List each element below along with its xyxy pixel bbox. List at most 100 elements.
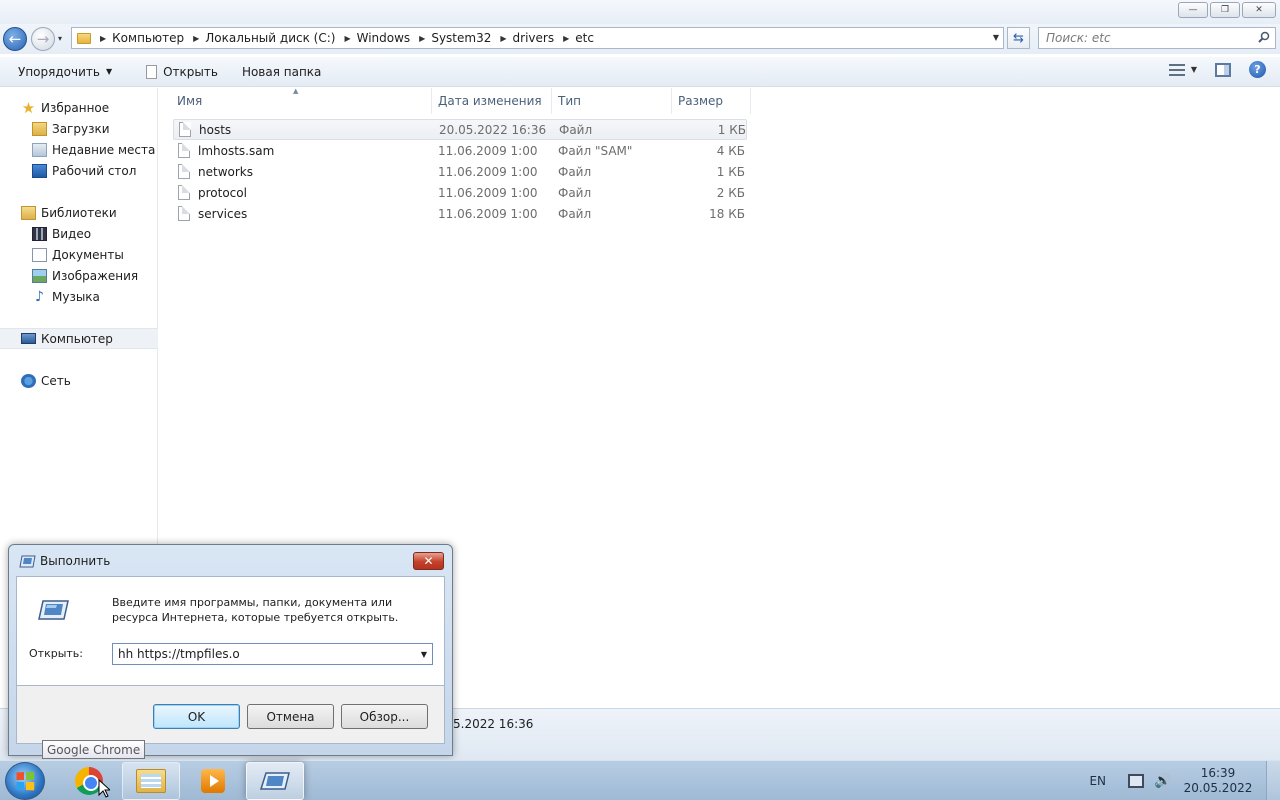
run-dialog-icon — [260, 772, 290, 790]
close-button[interactable]: ✕ — [413, 552, 444, 570]
file-row-services[interactable]: services 11.06.2009 1:00 Файл 18 КБ — [173, 203, 747, 224]
nav-item-recent-places[interactable]: Недавние места — [0, 139, 158, 160]
taskbar-tooltip: Google Chrome — [42, 740, 146, 759]
new-folder-button[interactable]: Новая папка — [236, 60, 327, 84]
taskbar-run-button[interactable] — [246, 762, 304, 800]
pictures-icon — [32, 268, 47, 283]
help-icon[interactable]: ? — [1249, 61, 1266, 78]
view-controls: ▼ ? — [1168, 61, 1266, 78]
command-bar: Упорядочить ▼ Открыть Новая папка ▼ ? — [0, 57, 1280, 87]
file-row-lmhosts[interactable]: lmhosts.sam 11.06.2009 1:00 Файл "SAM" 4… — [173, 140, 747, 161]
file-row-protocol[interactable]: protocol 11.06.2009 1:00 Файл 2 КБ — [173, 182, 747, 203]
nav-network[interactable]: Сеть — [0, 370, 158, 391]
command-combobox[interactable]: ▼ — [112, 643, 433, 665]
downloads-folder-icon — [32, 121, 47, 136]
back-button[interactable]: ← — [3, 27, 27, 51]
breadcrumb-root[interactable]: ▶ — [91, 34, 112, 43]
search-input[interactable] — [1046, 28, 1256, 48]
media-player-icon — [201, 769, 225, 793]
window-controls: — ❐ ✕ — [1178, 2, 1276, 18]
windows-logo-icon — [16, 771, 35, 791]
recent-pages-dropdown[interactable]: ▾ — [58, 34, 62, 43]
clock[interactable]: 16:39 20.05.2022 — [1180, 766, 1256, 796]
details-modified-date: 5.2022 16:36 — [453, 717, 534, 731]
preview-pane-icon[interactable] — [1215, 62, 1231, 77]
change-view-icon[interactable] — [1168, 63, 1185, 76]
computer-icon — [21, 333, 36, 344]
search-icon[interactable] — [1258, 31, 1270, 43]
organize-button[interactable]: Упорядочить ▼ — [12, 60, 118, 84]
close-button[interactable]: ✕ — [1242, 2, 1276, 18]
ok-button[interactable]: OK — [153, 704, 240, 729]
video-icon — [32, 226, 47, 241]
nav-item-documents[interactable]: Документы — [0, 244, 158, 265]
clock-time: 16:39 — [1200, 766, 1236, 780]
breadcrumb-drivers[interactable]: drivers ▶ — [513, 31, 576, 45]
file-row-hosts[interactable]: hosts 20.05.2022 16:36 Файл 1 КБ — [173, 119, 747, 140]
taskbar-explorer-button[interactable] — [122, 762, 180, 800]
command-input[interactable] — [118, 647, 408, 661]
run-description: Введите имя программы, папки, документа … — [112, 596, 399, 624]
file-icon — [178, 185, 190, 200]
nav-item-music[interactable]: ♪ Музыка — [0, 286, 158, 307]
column-header-date[interactable]: Дата изменения — [432, 88, 552, 114]
clock-date: 20.05.2022 — [1183, 781, 1253, 795]
breadcrumb-system32[interactable]: System32 ▶ — [431, 31, 512, 45]
network-status-icon[interactable] — [1128, 774, 1144, 788]
language-indicator[interactable]: EN — [1089, 774, 1106, 788]
file-row-networks[interactable]: networks 11.06.2009 1:00 Файл 1 КБ — [173, 161, 747, 182]
chevron-down-icon[interactable]: ▼ — [421, 650, 427, 659]
network-icon — [21, 373, 36, 388]
cancel-button[interactable]: Отмена — [247, 704, 334, 729]
mouse-cursor-icon — [98, 779, 110, 798]
nav-computer[interactable]: Компьютер — [0, 328, 158, 349]
breadcrumb-windows[interactable]: Windows ▶ — [357, 31, 432, 45]
refresh-button[interactable]: ⇆ — [1007, 27, 1030, 49]
breadcrumb-etc[interactable]: etc — [575, 31, 594, 45]
nav-item-downloads[interactable]: Загрузки — [0, 118, 158, 139]
nav-item-video[interactable]: Видео — [0, 223, 158, 244]
chevron-down-icon: ▼ — [105, 67, 113, 76]
breadcrumb-local-disk[interactable]: Локальный диск (C:) ▶ — [205, 31, 356, 45]
computer-group: Компьютер — [0, 328, 158, 349]
title-bar: — ❐ ✕ — [0, 0, 1280, 24]
browse-button[interactable]: Обзор... — [341, 704, 428, 729]
column-header-type[interactable]: Тип — [552, 88, 672, 114]
favorites-group: ★ Избранное Загрузки Недавние места Рабоч… — [0, 97, 158, 181]
start-button[interactable] — [5, 762, 45, 800]
file-icon — [179, 122, 191, 137]
volume-icon[interactable]: 🔊 — [1154, 774, 1171, 788]
breadcrumb-computer[interactable]: Компьютер ▶ — [112, 31, 205, 45]
column-header-name[interactable]: Имя ▲ — [171, 87, 432, 114]
open-button[interactable]: Открыть — [140, 60, 224, 84]
address-bar[interactable]: ▶ Компьютер ▶ Локальный диск (C:) ▶ Window… — [71, 27, 1004, 49]
show-desktop-button[interactable] — [1266, 761, 1280, 800]
forward-button[interactable]: → — [31, 27, 55, 51]
taskbar-media-player-button[interactable] — [184, 762, 242, 800]
music-note-icon: ♪ — [35, 288, 44, 305]
search-box[interactable] — [1038, 27, 1276, 49]
nav-libraries[interactable]: Библиотеки — [0, 202, 158, 223]
taskbar: EN 🔊 16:39 20.05.2022 — [0, 760, 1280, 800]
maximize-button[interactable]: ❐ — [1210, 2, 1240, 18]
nav-favorites[interactable]: ★ Избранное — [0, 97, 158, 118]
open-label: Открыть: — [29, 647, 83, 660]
run-icon — [19, 555, 36, 567]
run-dialog-body: Введите имя программы, папки, документа … — [16, 576, 445, 686]
nav-item-desktop[interactable]: Рабочий стол — [0, 160, 158, 181]
file-rows: hosts 20.05.2022 16:36 Файл 1 КБ lmhosts… — [173, 119, 747, 224]
run-dialog: Выполнить ✕ Введите имя программы, папки… — [8, 544, 453, 756]
document-icon — [146, 64, 158, 79]
address-dropdown-icon[interactable]: ▼ — [993, 33, 999, 42]
nav-item-pictures[interactable]: Изображения — [0, 265, 158, 286]
documents-icon — [32, 247, 47, 262]
column-headers: Имя ▲ Дата изменения Тип Размер — [171, 87, 751, 114]
file-icon — [178, 164, 190, 179]
file-icon — [178, 206, 190, 221]
view-options-dropdown[interactable]: ▼ — [1191, 65, 1197, 74]
column-header-size[interactable]: Размер — [672, 88, 751, 114]
windows-explorer-icon — [136, 769, 166, 793]
minimize-button[interactable]: — — [1178, 2, 1208, 18]
run-dialog-title: Выполнить — [19, 554, 110, 568]
run-dialog-footer: OK Отмена Обзор... — [16, 686, 445, 744]
